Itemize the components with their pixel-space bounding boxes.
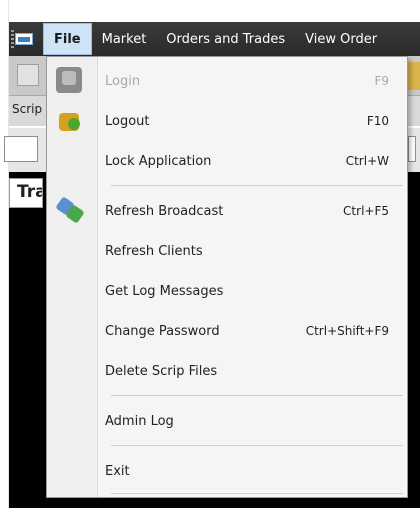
menu-file[interactable]: File — [43, 23, 92, 55]
menu-item-get-log-messages[interactable]: Get Log Messages — [47, 273, 407, 309]
menu-separator — [111, 493, 403, 494]
menu-item-refresh-clients[interactable]: Refresh Clients — [47, 233, 407, 269]
toolbar-grip[interactable] — [11, 30, 14, 48]
menu-market[interactable]: Market — [92, 22, 157, 56]
menu-item-admin-log[interactable]: Admin Log — [47, 403, 407, 439]
menu-item-label: Logout — [105, 113, 150, 129]
menu-item-shortcut: Ctrl+F5 — [343, 204, 389, 218]
menu-item-label: Change Password — [105, 323, 220, 339]
file-menu-dropdown: Login F9 Logout F10 Lock Application Ctr… — [46, 56, 408, 498]
scrip-input[interactable] — [4, 136, 38, 162]
menu-item-lock-application[interactable]: Lock Application Ctrl+W — [47, 143, 407, 179]
desktop-strip — [0, 0, 9, 508]
toolbar-button[interactable] — [17, 64, 39, 86]
menu-orders-and-trades[interactable]: Orders and Trades — [156, 22, 295, 56]
menu-separator — [111, 445, 403, 446]
app-window: File Market Orders and Trades View Order… — [0, 0, 420, 508]
refresh-broadcast-icon — [55, 196, 86, 227]
menu-item-delete-scrip-files[interactable]: Delete Scrip Files — [47, 353, 407, 389]
menu-item-shortcut: F9 — [374, 74, 389, 88]
app-logo — [15, 33, 33, 45]
menu-item-label: Refresh Clients — [105, 243, 203, 259]
tab-trade[interactable]: Tra — [9, 178, 43, 208]
app-logo-icon — [9, 22, 39, 56]
menu-item-shortcut: F10 — [366, 114, 389, 128]
menu-item-refresh-broadcast[interactable]: Refresh Broadcast Ctrl+F5 — [47, 193, 407, 229]
logout-icon — [56, 107, 86, 137]
menu-item-label: Exit — [105, 463, 130, 479]
menu-item-label: Admin Log — [105, 413, 174, 429]
menu-item-shortcut: Ctrl+Shift+F9 — [305, 324, 389, 338]
menu-bar: File Market Orders and Trades View Order — [9, 22, 420, 56]
menu-item-shortcut: Ctrl+W — [345, 154, 389, 168]
menu-separator — [111, 395, 403, 396]
menu-item-label: Lock Application — [105, 153, 212, 169]
login-icon — [56, 67, 86, 97]
toolbar-button-right[interactable] — [406, 62, 420, 90]
menu-item-change-password[interactable]: Change Password Ctrl+Shift+F9 — [47, 313, 407, 349]
filter-field-right[interactable] — [408, 136, 416, 162]
menu-separator — [111, 185, 403, 186]
menu-item-login[interactable]: Login F9 — [47, 63, 407, 99]
scrip-label: Scrip — [12, 102, 43, 116]
menu-item-label: Delete Scrip Files — [105, 363, 218, 379]
menu-item-label: Login — [105, 73, 141, 89]
menu-view-order[interactable]: View Order — [295, 22, 387, 56]
menu-item-exit[interactable]: Exit — [47, 453, 407, 489]
menu-item-logout[interactable]: Logout F10 — [47, 103, 407, 139]
menu-item-label: Refresh Broadcast — [105, 203, 224, 219]
menu-item-label: Get Log Messages — [105, 283, 224, 299]
